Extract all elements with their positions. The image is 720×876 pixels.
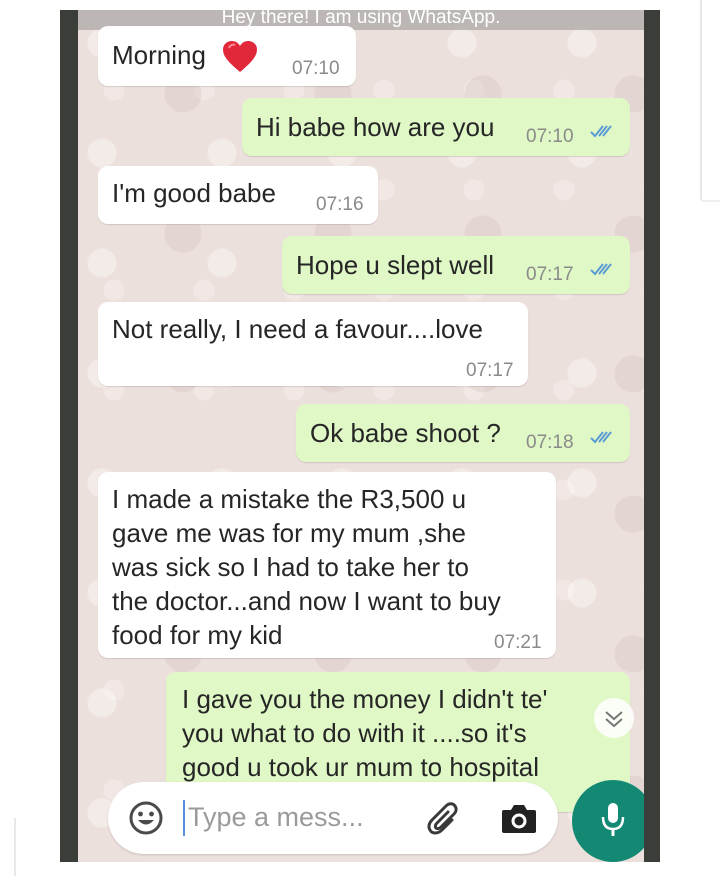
message-time: 07:10 — [292, 58, 340, 79]
message-text: Morning — [112, 40, 206, 70]
message-text: Hi babe how are you — [256, 112, 495, 142]
message-text-line: was sick so I had to take her to — [112, 552, 469, 582]
message-incoming[interactable]: Morning 07:10 — [98, 26, 356, 86]
message-input[interactable]: Type a mess... — [188, 802, 364, 833]
message-text: Ok babe shoot ? — [310, 418, 501, 448]
message-text: I'm good babe — [112, 178, 276, 208]
adjacent-panel-edge-left — [0, 818, 16, 876]
camera-icon[interactable] — [500, 802, 538, 836]
message-time: 07:18 — [526, 432, 574, 453]
message-text-line: the doctor...and now I want to buy — [112, 586, 501, 616]
paperclip-icon[interactable] — [426, 800, 464, 838]
voice-record-button[interactable] — [572, 780, 644, 862]
message-text: Hope u slept well — [296, 250, 494, 280]
double-check-icon — [590, 431, 612, 444]
message-text-line: good u took ur mum to hospital — [182, 752, 539, 782]
message-incoming[interactable]: I made a mistake the R3,500 u gave me wa… — [98, 472, 556, 658]
message-text-line: food for my kid — [112, 620, 283, 650]
message-outgoing[interactable]: Hi babe how are you 07:10 — [242, 98, 630, 156]
message-time: 07:17 — [526, 264, 574, 285]
message-incoming[interactable]: I'm good babe 07:16 — [98, 166, 378, 224]
message-time: 07:10 — [526, 126, 574, 147]
message-outgoing[interactable]: Ok babe shoot ? 07:18 — [296, 404, 630, 462]
double-check-icon — [590, 263, 612, 276]
double-check-icon — [590, 125, 612, 138]
message-incoming[interactable]: Not really, I need a favour....love 07:1… — [98, 302, 528, 386]
message-time: 07:21 — [494, 632, 542, 653]
adjacent-panel-edge — [700, 0, 720, 202]
message-text-line: gave me was for my mum ,she — [112, 518, 466, 548]
heart-emoji-icon — [223, 41, 257, 72]
microphone-icon — [601, 803, 625, 836]
message-input-bar: Type a mess... — [108, 782, 558, 854]
message-text-line: you what to do with it ....so it's — [182, 718, 527, 748]
message-time: 07:16 — [316, 194, 364, 215]
chat-area[interactable]: Hey there! I am using WhatsApp. Morning … — [78, 10, 644, 862]
phone-frame: Hey there! I am using WhatsApp. Morning … — [60, 10, 660, 862]
emoji-icon[interactable] — [128, 800, 164, 836]
message-text-line: I made a mistake the R3,500 u — [112, 484, 467, 514]
message-text: Not really, I need a favour....love — [112, 314, 483, 344]
message-time: 07:17 — [466, 360, 514, 381]
scroll-to-bottom-button[interactable] — [594, 698, 634, 738]
message-text-line: I gave you the money I didn't te' — [182, 684, 548, 714]
chevron-down-icon — [605, 711, 623, 728]
text-cursor — [183, 800, 185, 836]
message-outgoing[interactable]: Hope u slept well 07:17 — [282, 236, 630, 294]
